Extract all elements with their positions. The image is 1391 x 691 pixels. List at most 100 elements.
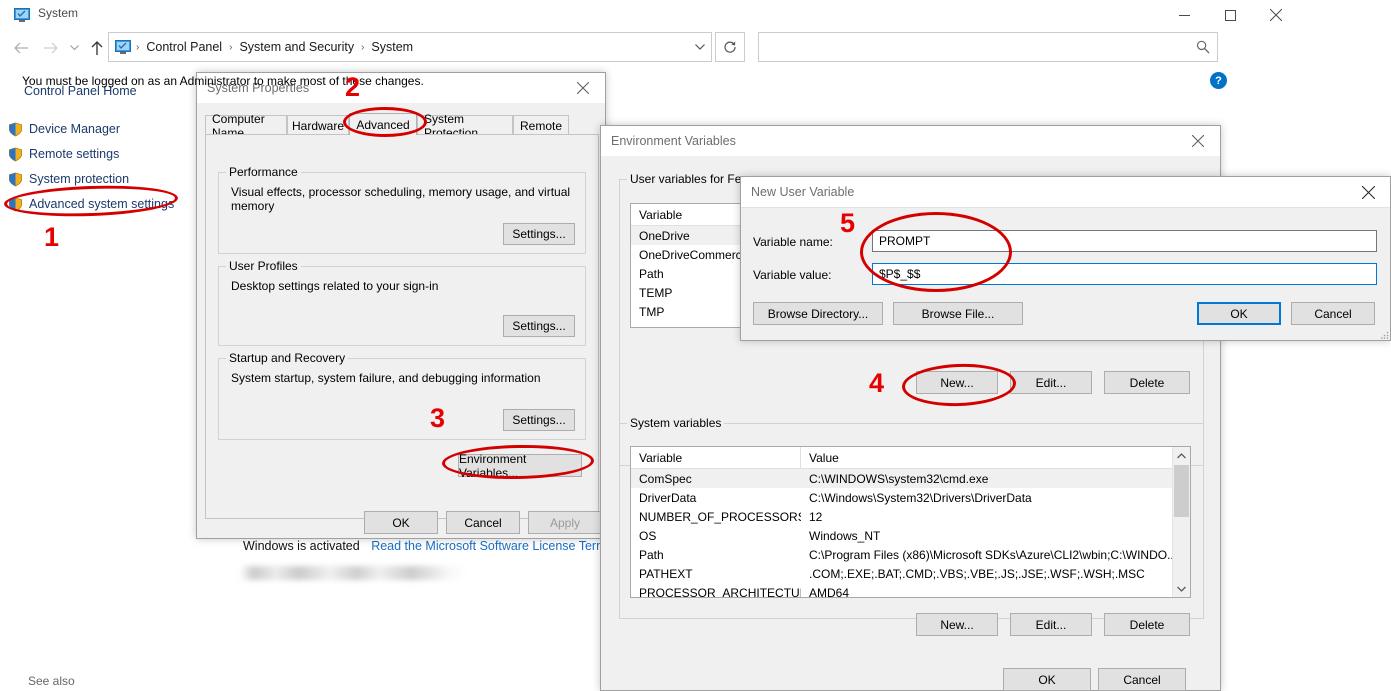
- user-profiles-settings-button[interactable]: Settings...: [503, 315, 575, 337]
- chevron-down-icon: [695, 44, 705, 50]
- breadcrumb-separator: ›: [356, 42, 369, 53]
- table-row[interactable]: NUMBER_OF_PROCESSORS 12: [631, 507, 1190, 526]
- system-variables-new-button[interactable]: New...: [916, 613, 998, 636]
- shield-icon: [8, 172, 23, 187]
- maximize-button[interactable]: [1207, 0, 1253, 30]
- system-variables-table-header: Variable Value: [631, 447, 1190, 469]
- resize-grip-icon[interactable]: [1381, 331, 1389, 339]
- system-variables-group-label: System variables: [627, 416, 724, 430]
- startup-recovery-settings-button[interactable]: Settings...: [503, 409, 575, 431]
- activation-status: Windows is activated Read the Microsoft …: [243, 539, 613, 553]
- column-header-variable[interactable]: Variable: [631, 447, 801, 468]
- scroll-up-icon[interactable]: [1173, 447, 1190, 464]
- breadcrumb-system[interactable]: System: [369, 40, 415, 54]
- cell-value: C:\Program Files (x86)\Microsoft SDKs\Az…: [801, 548, 1173, 562]
- table-row[interactable]: PATHEXT .COM;.EXE;.BAT;.CMD;.VBS;.VBE;.J…: [631, 564, 1190, 583]
- system-variables-delete-button[interactable]: Delete: [1104, 613, 1190, 636]
- environment-variables-button[interactable]: Environment Variables...: [458, 454, 582, 477]
- tab-hardware[interactable]: Hardware: [287, 115, 349, 135]
- performance-settings-button[interactable]: Settings...: [503, 223, 575, 245]
- breadcrumb-system-and-security[interactable]: System and Security: [237, 40, 356, 54]
- shield-icon: [8, 147, 23, 162]
- refresh-button[interactable]: [715, 32, 745, 62]
- system-variables-table[interactable]: Variable Value ComSpec C:\WINDOWS\system…: [630, 446, 1191, 598]
- chevron-down-icon: [1177, 586, 1186, 592]
- table-row[interactable]: DriverData C:\Windows\System32\Drivers\D…: [631, 488, 1190, 507]
- system-variables-edit-button[interactable]: Edit...: [1010, 613, 1092, 636]
- system-properties-close-button[interactable]: [561, 73, 605, 103]
- tab-computer-name[interactable]: Computer Name: [205, 115, 287, 135]
- up-one-level-button[interactable]: [84, 32, 110, 64]
- user-variables-delete-button[interactable]: Delete: [1104, 371, 1190, 394]
- forward-button[interactable]: [38, 32, 64, 64]
- scroll-down-icon[interactable]: [1173, 580, 1190, 597]
- license-terms-link[interactable]: Read the Microsoft Software License Term…: [371, 539, 613, 553]
- help-button[interactable]: ?: [1210, 72, 1227, 89]
- cell-value: 12: [801, 510, 1173, 524]
- startup-recovery-description: System startup, system failure, and debu…: [231, 371, 541, 385]
- sidebar-item-device-manager[interactable]: Device Manager: [8, 119, 120, 139]
- environment-variables-cancel-button[interactable]: Cancel: [1098, 668, 1186, 691]
- browse-directory-button[interactable]: Browse Directory...: [753, 302, 883, 325]
- new-user-variable-cancel-button[interactable]: Cancel: [1291, 302, 1375, 325]
- new-user-variable-close-button[interactable]: [1346, 177, 1390, 207]
- shield-icon: [8, 197, 23, 212]
- new-user-variable-title: New User Variable: [751, 185, 854, 199]
- breadcrumb-control-panel[interactable]: Control Panel: [144, 40, 224, 54]
- sidebar: Control Panel Home Device Manager Remote…: [0, 72, 196, 691]
- system-properties-ok-button[interactable]: OK: [364, 511, 438, 534]
- tab-system-protection[interactable]: System Protection: [417, 115, 513, 135]
- system-properties-tabstrip: Computer Name Hardware Advanced System P…: [205, 113, 599, 135]
- search-input[interactable]: [759, 33, 1196, 61]
- chevron-up-icon: [1177, 453, 1186, 459]
- user-variables-edit-button[interactable]: Edit...: [1010, 371, 1092, 394]
- table-row[interactable]: PROCESSOR_ARCHITECTURE AMD64: [631, 583, 1190, 598]
- cell-variable: ComSpec: [631, 472, 801, 486]
- variable-name-input[interactable]: [872, 230, 1377, 252]
- table-row[interactable]: ComSpec C:\WINDOWS\system32\cmd.exe: [631, 469, 1190, 488]
- close-button[interactable]: [1253, 0, 1299, 30]
- close-icon: [1270, 9, 1282, 21]
- maximize-icon: [1225, 10, 1236, 21]
- environment-variables-ok-button[interactable]: OK: [1003, 668, 1091, 691]
- scrollbar-thumb[interactable]: [1174, 465, 1189, 517]
- breadcrumb-separator: ›: [224, 42, 237, 53]
- address-dropdown-button[interactable]: [689, 33, 711, 61]
- search-box[interactable]: [758, 32, 1218, 62]
- system-monitor-icon: [14, 7, 30, 23]
- system-monitor-icon: [115, 39, 131, 55]
- sidebar-item-advanced-system-settings[interactable]: Advanced system settings: [8, 194, 174, 214]
- back-button[interactable]: [8, 32, 34, 64]
- cell-value: AMD64: [801, 586, 1173, 599]
- column-header-value[interactable]: Value: [801, 447, 1173, 468]
- table-row[interactable]: OS Windows_NT: [631, 526, 1190, 545]
- user-variables-new-button[interactable]: New...: [916, 371, 998, 394]
- performance-description: Visual effects, processor scheduling, me…: [231, 185, 585, 213]
- address-bar[interactable]: › Control Panel › System and Security › …: [108, 32, 712, 62]
- new-user-variable-titlebar: New User Variable: [741, 177, 1390, 207]
- system-properties-cancel-button[interactable]: Cancel: [446, 511, 520, 534]
- new-user-variable-ok-button[interactable]: OK: [1197, 302, 1281, 325]
- arrow-right-icon: [43, 41, 59, 55]
- cell-variable: DriverData: [631, 491, 801, 505]
- sidebar-item-label: Remote settings: [29, 147, 119, 161]
- sidebar-item-label: System protection: [29, 172, 129, 186]
- recent-locations-button[interactable]: [64, 32, 84, 64]
- table-row[interactable]: Path C:\Program Files (x86)\Microsoft SD…: [631, 545, 1190, 564]
- user-profiles-description: Desktop settings related to your sign-in: [231, 279, 438, 293]
- variable-value-input[interactable]: [872, 263, 1377, 285]
- minimize-button[interactable]: [1161, 0, 1207, 30]
- chevron-down-icon: [70, 45, 79, 51]
- refresh-icon: [723, 40, 737, 54]
- system-properties-apply-button: Apply: [528, 511, 602, 534]
- tab-remote[interactable]: Remote: [513, 115, 569, 135]
- cell-variable: PATHEXT: [631, 567, 801, 581]
- sidebar-item-system-protection[interactable]: System protection: [8, 169, 129, 189]
- tab-advanced[interactable]: Advanced: [349, 113, 417, 135]
- environment-variables-close-button[interactable]: [1176, 126, 1220, 156]
- environment-variables-titlebar: Environment Variables: [601, 126, 1220, 156]
- sidebar-item-remote-settings[interactable]: Remote settings: [8, 144, 119, 164]
- browse-file-button[interactable]: Browse File...: [893, 302, 1023, 325]
- address-bar-row: › Control Panel › System and Security › …: [0, 32, 1391, 64]
- system-variables-scrollbar[interactable]: [1172, 447, 1190, 597]
